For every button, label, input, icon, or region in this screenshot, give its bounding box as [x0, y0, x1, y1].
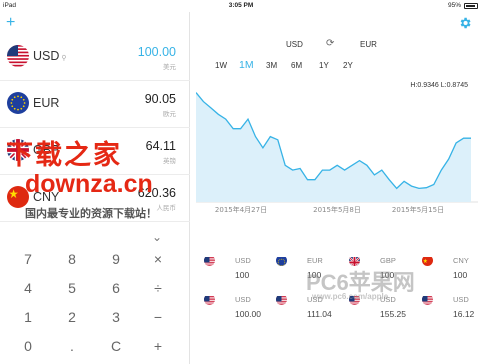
- cross-rate-code: USD: [453, 295, 469, 304]
- exchange-rate-chart: 2015年4月27日 2015年5月8日 2015年5月15日: [196, 92, 478, 214]
- range-tab-1y[interactable]: 1Y: [319, 61, 329, 70]
- range-tab-1w[interactable]: 1W: [215, 61, 227, 70]
- x-tick-label: 2015年5月15日: [392, 205, 444, 214]
- range-tab-3m[interactable]: 3M: [266, 61, 277, 70]
- cn-flag-icon: [422, 255, 433, 266]
- us-flag-icon: [276, 294, 287, 305]
- cross-rate-code: GBP: [380, 256, 396, 265]
- currency-unit-name: 人民币: [156, 205, 177, 212]
- currency-unit-name: 美元: [163, 64, 176, 71]
- cross-rate-code: EUR: [307, 256, 323, 265]
- eu-flag-icon: [276, 255, 287, 266]
- battery-icon: [464, 2, 478, 9]
- currency-unit-name: 英镑: [163, 158, 176, 165]
- cross-rate-code: CNY: [453, 256, 469, 265]
- currency-amount: 90.05: [144, 92, 176, 106]
- keypad-key[interactable]: 0: [6, 332, 50, 360]
- keypad-key[interactable]: 7: [6, 245, 50, 273]
- high-low-label: H:0.9346 L:0.8745: [410, 82, 468, 89]
- currency-row-usd[interactable]: USD ⚲ 100.00 美元: [0, 35, 190, 81]
- watermark-tagline: 国内最专业的资源下载站！: [25, 208, 157, 220]
- currency-amount: 64.11: [145, 139, 176, 153]
- keypad-key[interactable]: ÷: [136, 274, 180, 302]
- cross-rate-value: 16.12: [453, 309, 475, 319]
- cross-rate-code: USD: [235, 295, 251, 304]
- cross-rate-value: 100.00: [235, 309, 261, 319]
- keypad: 7 8 9 × 4 5 6 ÷ 1 2 3− 0. C +: [0, 245, 190, 364]
- status-bar: iPad 3:05 PM 95%: [0, 0, 482, 12]
- keypad-key[interactable]: 1: [6, 303, 50, 331]
- keypad-key[interactable]: 5: [50, 274, 94, 302]
- pair-base-currency[interactable]: USD: [286, 40, 303, 49]
- range-tab-6m[interactable]: 6M: [291, 61, 302, 70]
- cross-rate-cell[interactable]: CNY 100: [409, 252, 481, 286]
- add-currency-button[interactable]: +: [6, 14, 15, 32]
- keypad-key[interactable]: −: [136, 303, 180, 331]
- keypad-key[interactable]: +: [136, 332, 180, 360]
- watermark-pc6-url: www.pc6.com/apple: [312, 292, 389, 301]
- currency-amount: 100.00: [137, 45, 176, 59]
- us-flag-icon: [7, 45, 29, 67]
- pair-quote-currency[interactable]: EUR: [360, 40, 377, 49]
- swap-icon[interactable]: ⟳: [326, 38, 334, 49]
- battery-indicator: 95%: [448, 2, 478, 9]
- keypad-key[interactable]: .: [50, 332, 94, 360]
- watermark-title: 下载之家: [6, 140, 122, 170]
- keypad-key[interactable]: 9: [94, 245, 138, 273]
- gear-icon[interactable]: [458, 16, 472, 30]
- keypad-key[interactable]: ×: [136, 245, 180, 273]
- watermark-domain: downza.cn: [25, 170, 153, 198]
- keypad-key[interactable]: 8: [50, 245, 94, 273]
- eu-flag-icon: [7, 92, 29, 114]
- x-tick-label: 2015年4月27日: [215, 205, 267, 214]
- cross-rate-cell[interactable]: USD 100.00: [191, 291, 263, 325]
- cross-rate-code: USD: [235, 256, 251, 265]
- cross-rate-value: 111.04: [307, 309, 332, 319]
- cross-rate-cell[interactable]: USD 16.12: [409, 291, 481, 325]
- chevron-down-icon[interactable]: ⌄: [152, 230, 162, 244]
- keypad-key[interactable]: 4: [6, 274, 50, 302]
- clock: 3:05 PM: [228, 2, 254, 9]
- keypad-key[interactable]: 6: [94, 274, 138, 302]
- currency-unit-name: 欧元: [163, 111, 176, 118]
- us-flag-icon: [422, 294, 433, 305]
- cross-rate-value: 100: [235, 270, 250, 280]
- keypad-key[interactable]: C: [94, 332, 138, 360]
- cross-rate-value: 155.25: [380, 309, 406, 319]
- keypad-key[interactable]: 3: [94, 303, 138, 331]
- range-tab-1m[interactable]: 1M: [239, 59, 254, 71]
- cross-rate-cell[interactable]: USD 100: [191, 252, 263, 286]
- battery-percent: 95%: [447, 2, 461, 9]
- currency-code: EUR: [33, 96, 60, 110]
- chart-panel: USD ⟳ EUR 1W 1M 3M 6M 1Y 2Y H:0.9346 L:0.8745…: [191, 12, 482, 364]
- x-tick-label: 2015年5月8日: [313, 205, 361, 214]
- us-flag-icon: [204, 255, 215, 266]
- currency-pair-selector: USD ⟳ EUR: [191, 38, 482, 52]
- us-flag-icon: [204, 294, 215, 305]
- cross-rate-value: 100: [453, 270, 468, 280]
- currency-row-eur[interactable]: EUR 90.05 欧元: [0, 82, 190, 128]
- range-tab-2y[interactable]: 2Y: [343, 61, 353, 70]
- currency-code: USD ⚲: [33, 49, 67, 63]
- keypad-key[interactable]: 2: [50, 303, 94, 331]
- pin-icon: ⚲: [61, 55, 67, 62]
